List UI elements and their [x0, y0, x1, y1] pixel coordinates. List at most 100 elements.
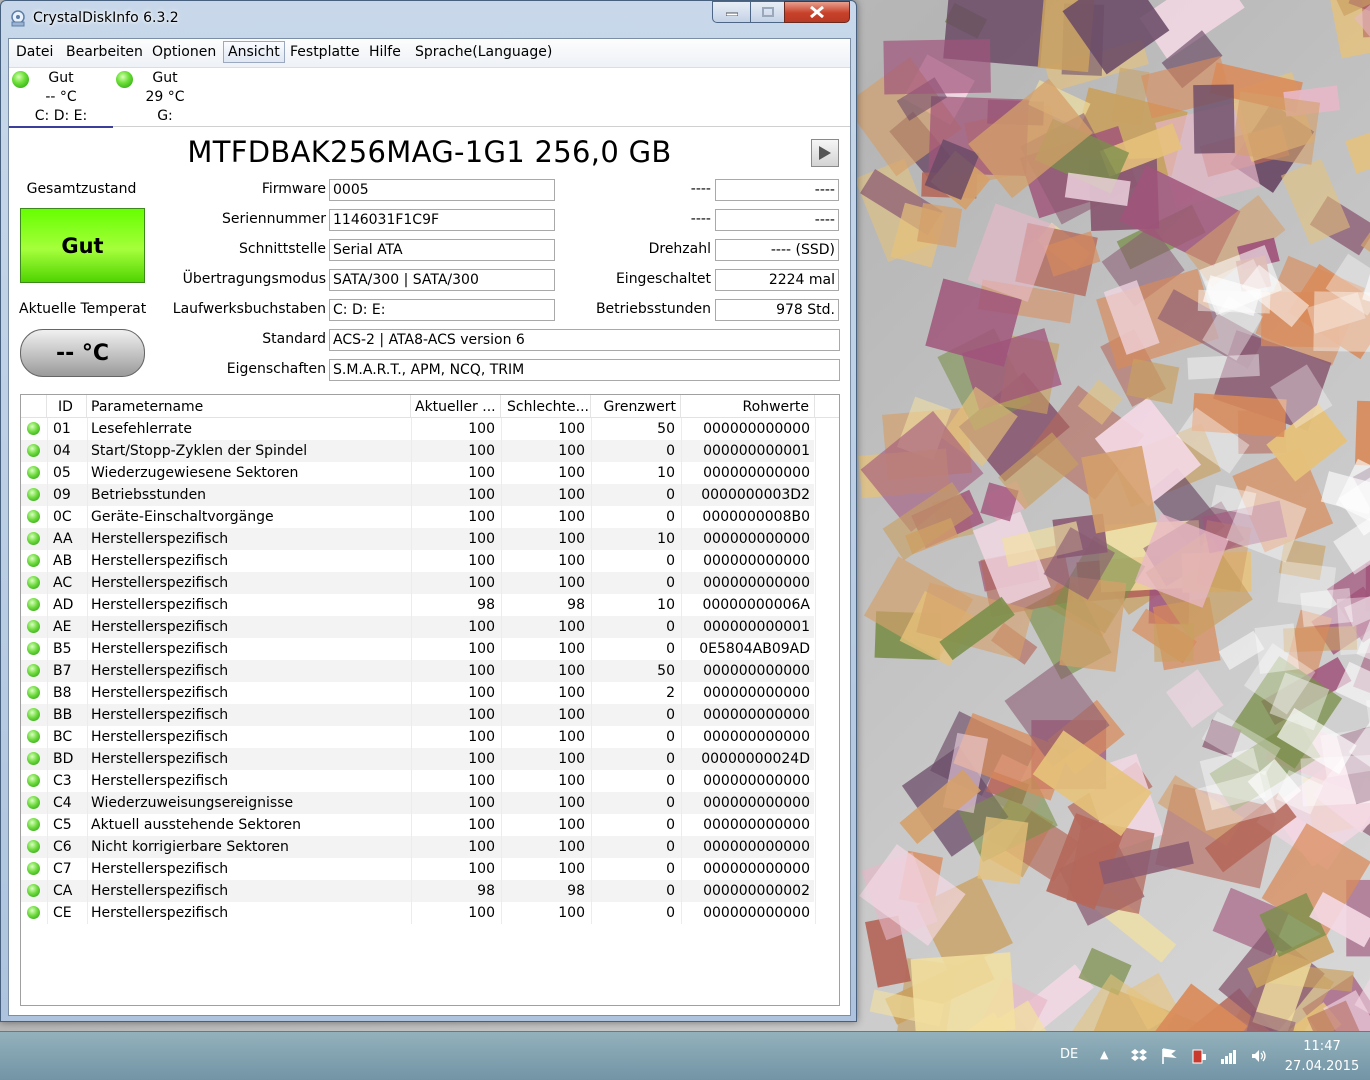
attr-current: 100: [411, 726, 495, 748]
column-divider: [591, 418, 592, 924]
attr-worst: 100: [501, 726, 585, 748]
table-row[interactable]: ABHerstellerspezifisch100100000000000000…: [21, 550, 814, 572]
attr-name: Wiederzugewiesene Sektoren: [91, 462, 411, 484]
column-divider: [815, 418, 816, 924]
attribute-status-led-icon: [27, 686, 40, 699]
table-row[interactable]: AAHerstellerspezifisch100100100000000000…: [21, 528, 814, 550]
attr-id: 04: [53, 440, 83, 462]
transfer-mode-label: Übertragungsmodus: [159, 271, 326, 287]
col-header-id[interactable]: ID: [47, 395, 87, 417]
language-indicator[interactable]: DE: [1060, 1047, 1078, 1062]
clock-date[interactable]: 27.04.2015: [1284, 1059, 1360, 1074]
menu-bearbeiten[interactable]: Bearbeiten: [62, 42, 147, 62]
attr-current: 100: [411, 660, 495, 682]
firmware-value: 0005: [329, 179, 555, 201]
drive-tab-2[interactable]: Gut 29 °C G:: [113, 68, 217, 126]
minimize-button[interactable]: [712, 1, 752, 23]
attr-worst: 100: [501, 418, 585, 440]
table-row[interactable]: C6Nicht korrigierbare Sektoren1001000000…: [21, 836, 814, 858]
maximize-button[interactable]: [750, 1, 786, 23]
attr-name: Herstellerspezifisch: [91, 902, 411, 924]
unused-value-1: ----: [715, 179, 839, 201]
attribute-status-led-icon: [27, 840, 40, 853]
col-header-worst[interactable]: Schlechte...: [501, 395, 591, 417]
client-area: Datei Bearbeiten Optionen Ansicht Festpl…: [8, 38, 851, 1016]
attr-current: 100: [411, 748, 495, 770]
dropbox-icon[interactable]: [1130, 1047, 1148, 1065]
table-row[interactable]: C5Aktuell ausstehende Sektoren1001000000…: [21, 814, 814, 836]
attr-name: Herstellerspezifisch: [91, 748, 411, 770]
menu-hilfe[interactable]: Hilfe: [365, 42, 405, 62]
attr-current: 100: [411, 616, 495, 638]
menu-festplatte[interactable]: Festplatte: [286, 42, 364, 62]
table-row[interactable]: 0CGeräte-Einschaltvorgänge10010000000000…: [21, 506, 814, 528]
table-row[interactable]: B7Herstellerspezifisch100100500000000000…: [21, 660, 814, 682]
drive-tab-1[interactable]: Gut -- °C C: D: E:: [9, 68, 113, 128]
unused-label-2: ----: [569, 211, 711, 227]
table-row[interactable]: ACHerstellerspezifisch100100000000000000…: [21, 572, 814, 594]
table-row[interactable]: AEHerstellerspezifisch100100000000000000…: [21, 616, 814, 638]
status-led-icon: [12, 71, 29, 88]
title-bar[interactable]: CrystalDiskInfo 6.3.2: [1, 1, 856, 37]
col-header-current[interactable]: Aktueller ...: [411, 395, 501, 417]
table-row[interactable]: 09Betriebsstunden10010000000000003D2: [21, 484, 814, 506]
attr-id: CE: [53, 902, 83, 924]
col-header-name[interactable]: Parametername: [87, 395, 411, 417]
table-row[interactable]: C7Herstellerspezifisch100100000000000000…: [21, 858, 814, 880]
table-row[interactable]: 01Lesefehlerrate10010050000000000000: [21, 418, 814, 440]
close-icon: [810, 6, 824, 18]
attr-id: 05: [53, 462, 83, 484]
menu-optionen[interactable]: Optionen: [148, 42, 220, 62]
network-signal-icon[interactable]: [1220, 1047, 1238, 1065]
attr-id: C3: [53, 770, 83, 792]
attr-current: 98: [411, 594, 495, 616]
health-status-badge[interactable]: Gut: [20, 208, 145, 283]
menu-ansicht[interactable]: Ansicht: [223, 41, 285, 63]
table-row[interactable]: BDHerstellerspezifisch100100000000000024…: [21, 748, 814, 770]
table-row[interactable]: C3Herstellerspezifisch100100000000000000…: [21, 770, 814, 792]
show-hidden-icons-button[interactable]: ▲: [1100, 1048, 1108, 1061]
smart-attributes-table[interactable]: ID Parametername Aktueller ... Schlechte…: [20, 394, 840, 1006]
attr-current: 100: [411, 550, 495, 572]
table-row[interactable]: B5Herstellerspezifisch10010000E5804AB09A…: [21, 638, 814, 660]
volume-icon[interactable]: [1250, 1047, 1268, 1065]
attr-current: 100: [411, 484, 495, 506]
next-drive-button[interactable]: [811, 139, 839, 167]
temperature-badge[interactable]: -- °C: [20, 329, 145, 377]
attribute-status-led-icon: [27, 796, 40, 809]
attr-name: Herstellerspezifisch: [91, 726, 411, 748]
column-divider: [501, 418, 502, 924]
menu-datei[interactable]: Datei: [12, 42, 57, 62]
table-row[interactable]: CAHerstellerspezifisch98980000000000002: [21, 880, 814, 902]
close-button[interactable]: [784, 1, 850, 23]
col-header-status[interactable]: [21, 395, 47, 417]
attr-worst: 100: [501, 572, 585, 594]
col-header-raw[interactable]: Rohwerte: [681, 395, 815, 417]
attr-name: Geräte-Einschaltvorgänge: [91, 506, 411, 528]
attribute-status-led-icon: [27, 620, 40, 633]
attr-id: B5: [53, 638, 83, 660]
table-row[interactable]: C4Wiederzuweisungsereignisse100100000000…: [21, 792, 814, 814]
attr-current: 100: [411, 704, 495, 726]
table-row[interactable]: CEHerstellerspezifisch100100000000000000…: [21, 902, 814, 924]
attr-current: 100: [411, 528, 495, 550]
attr-current: 100: [411, 418, 495, 440]
power-battery-icon[interactable]: [1190, 1047, 1208, 1065]
attr-current: 98: [411, 880, 495, 902]
action-center-flag-icon[interactable]: [1160, 1047, 1178, 1065]
disk-model-title: MTFDBAK256MAG-1G1 256,0 GB: [9, 135, 850, 169]
attr-threshold: 0: [591, 726, 675, 748]
table-row[interactable]: BBHerstellerspezifisch100100000000000000…: [21, 704, 814, 726]
table-row[interactable]: BCHerstellerspezifisch100100000000000000…: [21, 726, 814, 748]
table-row[interactable]: ADHerstellerspezifisch98981000000000006A: [21, 594, 814, 616]
clock-time[interactable]: 11:47: [1292, 1039, 1352, 1054]
attr-raw: 00000000006A: [681, 594, 810, 616]
attr-worst: 100: [501, 836, 585, 858]
col-header-threshold[interactable]: Grenzwert: [591, 395, 681, 417]
menu-sprache[interactable]: Sprache(Language): [411, 42, 556, 62]
table-row[interactable]: 05Wiederzugewiesene Sektoren100100100000…: [21, 462, 814, 484]
table-row[interactable]: B8Herstellerspezifisch100100200000000000…: [21, 682, 814, 704]
maximize-icon: [762, 7, 774, 17]
attr-id: 0C: [53, 506, 83, 528]
table-row[interactable]: 04Start/Stopp-Zyklen der Spindel10010000…: [21, 440, 814, 462]
